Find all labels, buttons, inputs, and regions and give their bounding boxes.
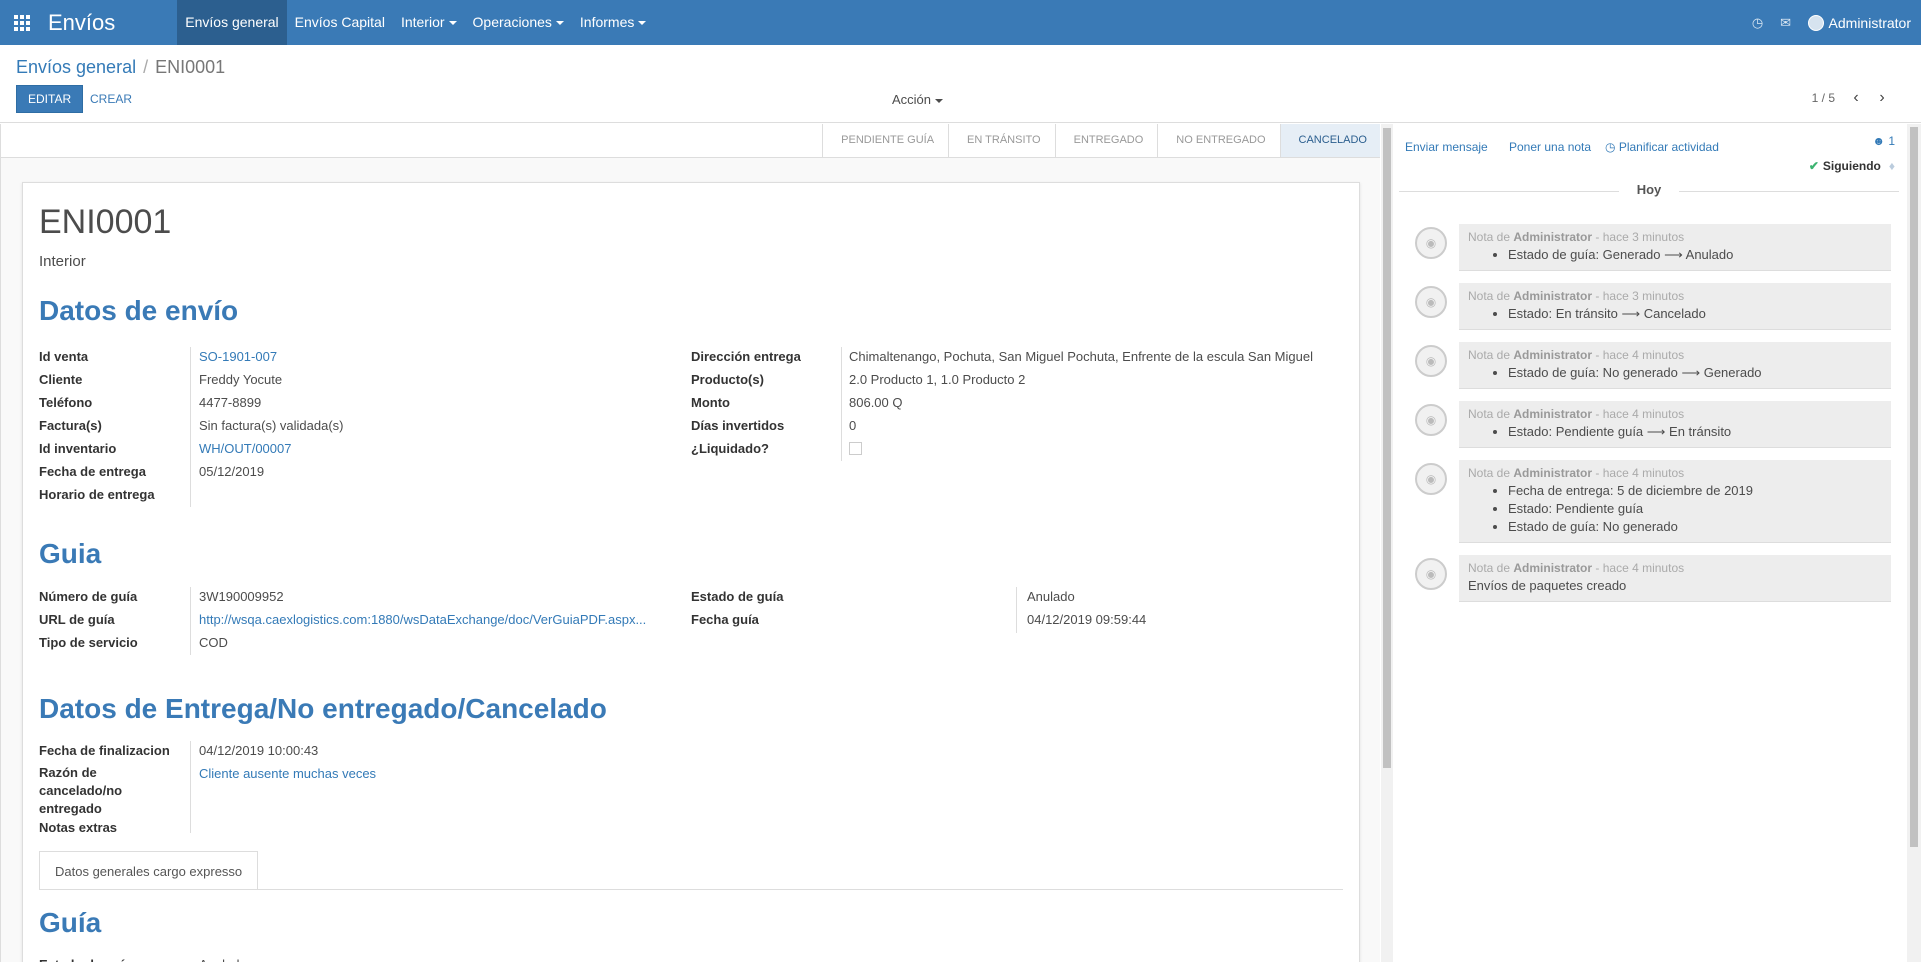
liquidado-checkbox[interactable] [849, 442, 862, 455]
menu-operaciones[interactable]: Operaciones [465, 0, 572, 45]
bell-icon[interactable]: ♦ [1889, 159, 1895, 173]
chatter-message: Nota de Administrator - hace 3 minutos E… [1459, 283, 1891, 330]
field-productos: Producto(s) 2.0 Producto 1, 1.0 Producto … [691, 372, 1026, 387]
field-estado-guia: Estado de guía Anulado [691, 589, 1075, 604]
form-scrollbar[interactable] [1381, 124, 1393, 962]
avatar [1807, 14, 1824, 31]
statusbar: PENDIENTE GUÍA EN TRÁNSITO ENTREGADO NO … [1, 124, 1380, 158]
tab-divider [39, 889, 1343, 890]
action-dropdown[interactable]: Acción [892, 92, 944, 107]
field-fecha-guia: Fecha guía 04/12/2019 09:59:44 [691, 612, 1147, 627]
section-shipping-title: Datos de envío [39, 295, 239, 326]
field-url-guia: URL de guía http://wsqa.caexlogistics.com… [39, 608, 646, 631]
field-id-venta: Id venta SO-1901-007 [39, 345, 277, 368]
following-toggle[interactable]: ✔ Siguiendo ♦ [1809, 159, 1895, 173]
field-notas-extras: Notas extras [39, 820, 118, 835]
field-horario-entrega: Horario de entrega [39, 487, 155, 502]
clock-icon: ◷ [1605, 140, 1619, 154]
field-telefono: Teléfono 4477-8899 [39, 395, 262, 410]
edit-button[interactable]: EDITAR [16, 85, 84, 113]
pager-value[interactable]: 1 / 5 [1812, 91, 1835, 105]
field-numero-guia: Número de guía 3W190009952 [39, 589, 284, 604]
check-icon: ✔ [1808, 159, 1819, 173]
chevron-down-icon [935, 98, 944, 103]
send-message-button[interactable]: Enviar mensaje [1405, 140, 1488, 154]
form-view: PENDIENTE GUÍA EN TRÁNSITO ENTREGADO NO … [0, 124, 1380, 962]
field-liquidado: ¿Liquidado? [691, 437, 862, 460]
url-guia-link[interactable]: http://wsqa.caexlogistics.com:1880/wsDat… [199, 608, 646, 631]
section-guide-title: Guia [39, 538, 102, 569]
camera-icon: ◉ [1415, 463, 1447, 495]
breadcrumb-separator: / [143, 57, 149, 77]
camera-icon: ◉ [1415, 558, 1447, 590]
chevron-right-icon[interactable]: › [1869, 89, 1895, 107]
status-stages: PENDIENTE GUÍA EN TRÁNSITO ENTREGADO NO … [822, 124, 1380, 157]
scrollbar-thumb[interactable] [1383, 128, 1391, 768]
field-razon-cancelado: Razón de cancelado/no entregado Cliente a… [39, 762, 376, 818]
stage-en-transito[interactable]: EN TRÁNSITO [948, 124, 1055, 157]
chat-icon[interactable]: ✉ [1772, 15, 1800, 31]
menu-envios-general[interactable]: Envíos general [177, 0, 287, 45]
stage-entregado[interactable]: ENTREGADO [1054, 124, 1158, 157]
user-menu[interactable]: Administrator [1807, 14, 1911, 31]
breadcrumb: Envíos general / ENI0001 [16, 57, 225, 78]
stage-no-entregado[interactable]: NO ENTREGADO [1157, 124, 1280, 157]
form-sheet: ENI0001 Interior Datos de envío Id venta… [22, 182, 1360, 962]
record-title: ENI0001 [39, 203, 172, 241]
clock-icon[interactable]: ◷ [1744, 15, 1772, 31]
chatter-scrollbar[interactable] [1907, 124, 1921, 962]
chevron-down-icon [448, 21, 457, 26]
field-dias-invertidos: Días invertidos 0 [691, 418, 857, 433]
section-delivery-title: Datos de Entrega/No entregado/Cancelado [39, 693, 607, 724]
user-icon: ☻ [1872, 134, 1885, 148]
stage-cancelado[interactable]: CANCELADO [1279, 124, 1380, 157]
log-note-button[interactable]: Poner una nota [1509, 140, 1591, 154]
chatter-message: Nota de Administrator - hace 4 minutos F… [1459, 460, 1891, 543]
id-inventario-link[interactable]: WH/OUT/00007 [199, 437, 291, 460]
menu-interior[interactable]: Interior [393, 0, 465, 45]
menu-informes[interactable]: Informes [572, 0, 654, 45]
field-monto: Monto 806.00 Q [691, 395, 903, 410]
camera-icon: ◉ [1415, 286, 1447, 318]
app-brand[interactable]: Envíos [44, 0, 129, 45]
field-fecha-finalizacion: Fecha de finalizacion 04/12/2019 10:00:43 [39, 743, 319, 758]
breadcrumb-current: ENI0001 [155, 57, 226, 77]
chevron-left-icon[interactable]: ‹ [1843, 89, 1869, 107]
breadcrumb-parent[interactable]: Envíos general [16, 57, 136, 77]
chevron-down-icon [638, 21, 647, 26]
chevron-down-icon [555, 21, 564, 26]
chatter-message: Nota de Administrator - hace 4 minutos E… [1459, 342, 1891, 389]
apps-menu-icon[interactable] [0, 0, 44, 45]
camera-icon: ◉ [1415, 404, 1447, 436]
chatter-message: Nota de Administrator - hace 3 minutos E… [1459, 224, 1891, 271]
field-direccion-entrega: Dirección entrega Chimaltenango, Pochuta,… [691, 349, 1313, 364]
field-cliente: Cliente Freddy Yocute [39, 372, 283, 387]
schedule-activity-button[interactable]: ◷ Planificar actividad [1605, 140, 1719, 154]
field-fecha-entrega: Fecha de entrega 05/12/2019 [39, 464, 265, 479]
chatter-message: Nota de Administrator - hace 4 minutos E… [1459, 555, 1891, 602]
control-panel: Envíos general / ENI0001 EDITAR CREAR Acci… [0, 45, 1921, 123]
stage-pendiente-guia[interactable]: PENDIENTE GUÍA [822, 124, 949, 157]
field-estado-guia-2: Estado de guíaAnulado [39, 953, 247, 962]
camera-icon: ◉ [1415, 227, 1447, 259]
top-navbar: Envíos Envíos general Envíos Capital Int… [0, 0, 1921, 45]
section-guide2-title: Guía [39, 907, 102, 938]
tab-datos-generales[interactable]: Datos generales cargo expresso [39, 851, 259, 890]
field-tipo-servicio: Tipo de servicio COD [39, 635, 228, 650]
day-separator: Hoy [1399, 182, 1899, 197]
chatter-panel: Enviar mensaje Poner una nota ◷ Planific… [1393, 124, 1907, 962]
create-button[interactable]: CREAR [82, 85, 140, 113]
menu-envios-capital[interactable]: Envíos Capital [287, 0, 393, 45]
razon-cancelado-link[interactable]: Cliente ausente muchas veces [199, 762, 376, 785]
field-factura: Factura(s) Sin factura(s) validada(s) [39, 418, 344, 433]
record-type: Interior [39, 253, 86, 270]
camera-icon: ◉ [1415, 345, 1447, 377]
scrollbar-thumb[interactable] [1910, 127, 1918, 847]
id-venta-link[interactable]: SO-1901-007 [199, 345, 277, 368]
pager: 1 / 5 ‹ › [1812, 89, 1895, 107]
user-name: Administrator [1828, 14, 1911, 31]
field-id-inventario: Id inventario WH/OUT/00007 [39, 437, 291, 460]
followers-button[interactable]: ☻ 1 [1872, 134, 1895, 148]
chatter-message: Nota de Administrator - hace 4 minutos E… [1459, 401, 1891, 448]
